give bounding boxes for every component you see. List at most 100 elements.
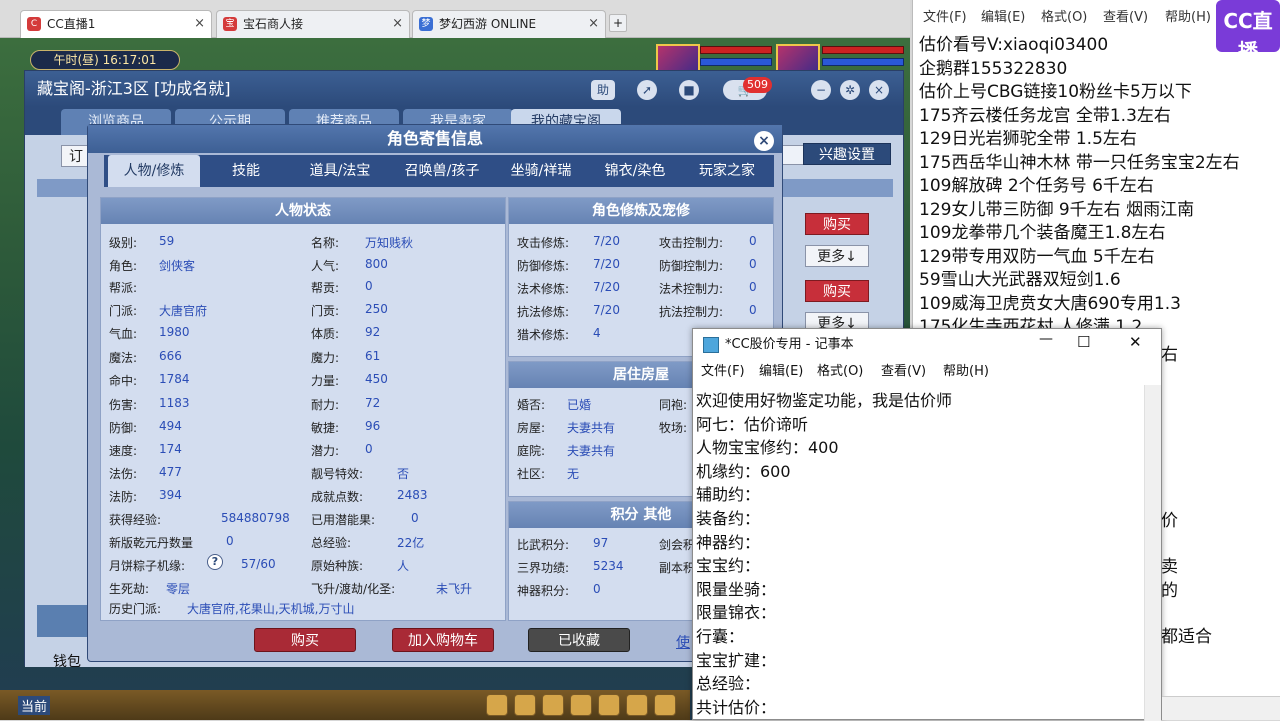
cangbaoge-title: 藏宝阁-浙江3区 [功成名就] [25,71,903,107]
cultivation-label: 法术修炼: [517,282,570,296]
share-icon[interactable]: ➚ [637,80,657,100]
menu-view[interactable]: 查看(V) [1103,6,1148,30]
new-tab-button[interactable]: + [609,14,627,32]
menu-help[interactable]: 帮助(H) [943,361,989,383]
menu-format[interactable]: 格式(O) [817,361,863,383]
menu-format[interactable]: 格式(O) [1041,6,1087,30]
current-channel-button[interactable]: 当前 [18,696,51,715]
minimize-button[interactable]: — [1039,331,1053,347]
status-label: 潜力: [311,444,340,458]
menu-file[interactable]: 文件(F) [923,6,967,30]
buy-button[interactable]: 购买 [805,213,869,235]
menu-help[interactable]: 帮助(H) [1165,6,1211,30]
close-tab-icon[interactable]: × [194,11,205,37]
tab-mounts[interactable]: 坐骑/祥瑞 [496,155,586,187]
status-value: 22亿 [397,536,425,550]
notepad-text-area[interactable]: 欢迎使用好物鉴定功能，我是估价师 阿七：估价谛听 人物宝宝修约：400 机缘约：600… [693,385,1145,721]
maximize-button[interactable]: ☐ [1077,333,1090,351]
tab-items[interactable]: 道具/法宝 [294,155,386,187]
status-label: 角色: [109,259,138,273]
status-label: 防御: [109,421,138,435]
status-label: 帮派: [109,281,138,295]
note-line: 企鹅群155322830 [919,58,1068,79]
character-status-panel: 人物状态 级别: 59 角色: 剑侠客 帮派: 门派: 大唐官府 气血: 1980 魔法: 666 命… [100,197,506,621]
help-button[interactable]: 助 [591,80,615,100]
add-to-cart-button[interactable]: 加入购物车 [392,628,494,652]
status-value: 0 [411,511,419,525]
toolbar-icon[interactable] [570,694,592,716]
dialog-close-button[interactable]: × [754,131,774,151]
note-line: 限量锦衣： [696,603,777,623]
browser-tab-2[interactable]: 宝 宝石商人接 × [216,10,410,38]
status-value: 1980 [159,325,190,339]
close-icon[interactable]: × [869,80,889,100]
status-label: 飞升/渡劫/化圣: [311,582,396,596]
status-value: 494 [159,419,182,433]
browser-tab-3[interactable]: 梦 梦幻西游 ONLINE × [412,10,606,38]
interest-settings-button[interactable]: 兴趣设置 [803,143,891,165]
status-label: 敏捷: [311,421,340,435]
minimize-icon[interactable]: − [811,80,831,100]
tab-skills[interactable]: 技能 [204,155,288,187]
toolbar-icon[interactable] [654,694,676,716]
notepad-scrollbar[interactable] [1144,385,1161,721]
close-button[interactable]: ✕ [1129,333,1142,351]
status-label: 法防: [109,490,138,504]
use-link[interactable]: 使 [676,632,690,652]
cultivation-value: 4 [593,326,601,340]
toolbar-icon[interactable] [542,694,564,716]
note-line: 人物宝宝修约：400 [696,438,839,458]
pet-hp-bar [822,46,904,54]
close-tab-icon[interactable]: × [588,11,599,37]
house-value: 夫妻共有 [567,421,616,435]
cc-logo: CC直播 [1216,0,1280,63]
status-value: 250 [365,302,388,316]
menu-file[interactable]: 文件(F) [701,361,745,383]
status-value: 零层 [166,582,191,596]
tab-home[interactable]: 玩家之家 [684,155,770,187]
status-value: 61 [365,349,381,363]
note-line: 行囊： [696,627,745,646]
status-label: 力量: [311,374,340,388]
favorited-button[interactable]: 已收藏 [528,628,630,652]
status-label: 原始种族: [311,559,364,573]
browser-tab-1[interactable]: C CC直播1 × [20,10,212,38]
toolbar-icon[interactable] [486,694,508,716]
role-info-dialog: 角色寄售信息 × 人物/修炼 技能 道具/法宝 召唤兽/孩子 坐骑/祥瑞 锦衣/… [87,124,783,662]
toolbar-icon[interactable] [514,694,536,716]
note-line: 估价看号V:xiaoqi03400 [919,35,1109,55]
house-value: 无 [567,467,580,481]
status-label: 魔法: [109,351,138,365]
house-label-2: 牧场: [659,421,688,435]
game-toolbar: 当前 [0,690,690,720]
control-label: 法术控制力: [659,282,724,296]
note-line: 欢迎使用好物鉴定功能，我是估价师 [696,391,953,410]
close-tab-icon[interactable]: × [392,11,403,37]
dialog-buy-button[interactable]: 购买 [254,628,356,652]
tab-pets[interactable]: 召唤兽/孩子 [392,155,492,187]
note-line: 装备约： [696,509,761,528]
cultivation-value: 7/20 [593,234,620,248]
settings-icon[interactable]: ✲ [840,80,860,100]
tab-outfits[interactable]: 锦衣/染色 [590,155,680,187]
more-button[interactable]: 更多↓ [805,245,869,267]
help-icon[interactable]: ? [207,554,223,570]
stop-icon[interactable]: ■ [679,80,699,100]
buy-button[interactable]: 购买 [805,280,869,302]
control-label: 防御控制力: [659,259,724,273]
cultivation-label: 猎术修炼: [517,328,570,342]
cultivation-value: 7/20 [593,280,620,294]
menu-edit[interactable]: 编辑(E) [981,6,1025,30]
toolbar-icon[interactable] [598,694,620,716]
menu-edit[interactable]: 编辑(E) [759,361,803,383]
status-label: 门贡: [311,304,340,318]
status-label: 门派: [109,304,138,318]
note-line: 109解放碑 2个任务号 6千左右 [919,176,1154,196]
tab-character[interactable]: 人物/修炼 [108,155,200,187]
game-favicon-icon: 宝 [223,17,237,31]
notepad-menu: 文件(F) 编辑(E) 格式(O) 查看(V) 帮助(H) [693,361,1161,383]
control-label: 抗法控制力: [659,305,724,319]
toolbar-icon[interactable] [626,694,648,716]
menu-view[interactable]: 查看(V) [881,361,926,383]
cultivation-label: 防御修炼: [517,259,570,273]
